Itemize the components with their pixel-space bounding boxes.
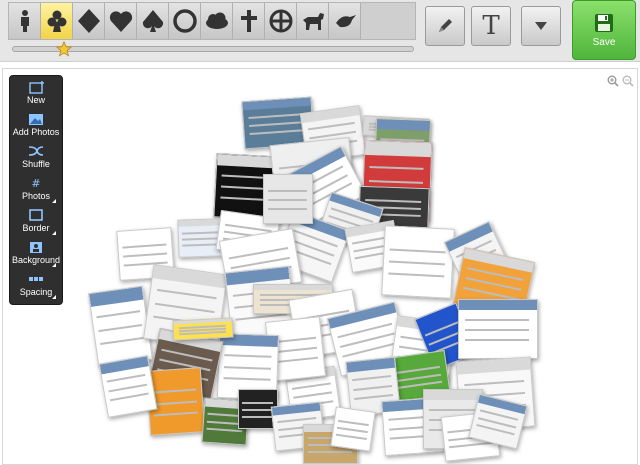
svg-text:#: # bbox=[31, 177, 40, 190]
spacing-icon bbox=[29, 277, 43, 281]
tool-label: Spacing bbox=[19, 287, 53, 297]
circle-icon bbox=[172, 9, 197, 33]
collage-photo[interactable] bbox=[98, 355, 158, 418]
collage-photo[interactable] bbox=[263, 174, 313, 224]
border-icon bbox=[29, 209, 43, 221]
cloud-icon bbox=[205, 12, 228, 29]
shape-option-6[interactable] bbox=[201, 3, 233, 39]
club-icon bbox=[47, 10, 66, 32]
tool-background-button[interactable]: Background bbox=[10, 240, 62, 271]
shape-option-0[interactable] bbox=[9, 3, 41, 39]
bird-icon bbox=[335, 15, 356, 28]
tool-shuffle-button[interactable]: Shuffle bbox=[10, 144, 62, 175]
save-button[interactable]: Save bbox=[572, 0, 636, 60]
collage-photo[interactable] bbox=[330, 406, 376, 452]
person-icon bbox=[20, 10, 29, 32]
shape-option-9[interactable] bbox=[297, 3, 329, 39]
heart-icon bbox=[109, 11, 132, 32]
more-options-button[interactable] bbox=[521, 6, 561, 46]
tool-label: Photos bbox=[21, 191, 51, 201]
tool-label: New bbox=[26, 95, 45, 105]
shape-option-10[interactable] bbox=[329, 3, 361, 39]
text-tool-label: T bbox=[482, 11, 500, 41]
background-icon bbox=[30, 242, 42, 253]
cross-icon bbox=[240, 10, 257, 32]
tool-spacing-button[interactable]: Spacing bbox=[10, 272, 62, 303]
collage-photo[interactable] bbox=[458, 299, 538, 359]
new-collage-icon bbox=[29, 81, 44, 94]
shape-selector bbox=[8, 2, 416, 40]
photos-count-icon: # bbox=[31, 177, 40, 190]
submenu-caret bbox=[52, 199, 56, 203]
spade-icon bbox=[142, 10, 163, 32]
shape-slider-track[interactable] bbox=[12, 46, 414, 52]
tool-border-button[interactable]: Border bbox=[10, 208, 62, 239]
crosshair-circle-icon bbox=[269, 9, 292, 33]
zoom-in-icon[interactable] bbox=[607, 75, 619, 87]
collage-canvas[interactable]: New Add Photos Shuffle # Photos Border Backgro… bbox=[2, 68, 638, 465]
shape-option-8[interactable] bbox=[265, 3, 297, 39]
collage-tools-panel: New Add Photos Shuffle # Photos Border Backgro… bbox=[9, 75, 63, 305]
text-tool-button[interactable]: T bbox=[471, 6, 511, 46]
shape-option-1[interactable] bbox=[41, 3, 73, 39]
tool-label: Shuffle bbox=[22, 159, 50, 169]
tool-new-button[interactable]: New bbox=[10, 80, 62, 111]
floppy-disk-icon bbox=[595, 14, 613, 32]
submenu-caret bbox=[52, 295, 56, 299]
pencil-icon bbox=[439, 19, 452, 32]
save-label: Save bbox=[592, 37, 616, 48]
slider-star-handle[interactable] bbox=[56, 41, 73, 57]
shape-option-2[interactable] bbox=[73, 3, 105, 39]
photo-collage bbox=[3, 69, 637, 464]
zoom-out-icon[interactable] bbox=[622, 75, 634, 87]
tool-photos-button[interactable]: # Photos bbox=[10, 176, 62, 207]
tool-label: Add Photos bbox=[12, 127, 60, 137]
add-photos-icon bbox=[29, 114, 43, 125]
dog-icon bbox=[302, 13, 324, 30]
collage-photo[interactable] bbox=[381, 225, 455, 299]
shape-option-7[interactable] bbox=[233, 3, 265, 39]
submenu-caret bbox=[52, 231, 56, 235]
diamond-icon bbox=[77, 9, 100, 33]
shape-option-3[interactable] bbox=[105, 3, 137, 39]
draw-pencil-button[interactable] bbox=[425, 6, 465, 46]
shuffle-icon bbox=[28, 146, 44, 156]
chevron-down-icon bbox=[535, 22, 547, 30]
shape-option-4[interactable] bbox=[137, 3, 169, 39]
tool-add-photos-button[interactable]: Add Photos bbox=[10, 112, 62, 143]
shape-option-5[interactable] bbox=[169, 3, 201, 39]
collage-photo[interactable] bbox=[172, 317, 234, 341]
top-toolbar: T Save bbox=[0, 0, 640, 62]
submenu-caret bbox=[52, 263, 56, 267]
tool-label: Border bbox=[22, 223, 50, 233]
